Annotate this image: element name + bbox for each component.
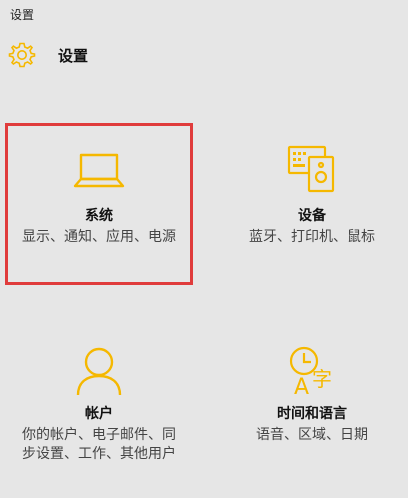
- tile-label: 时间和语言: [277, 406, 347, 422]
- tile-devices[interactable]: 设备 蓝牙、打印机、鼠标: [218, 123, 406, 285]
- tile-description: 语音、区域、日期: [256, 427, 368, 443]
- time-language-icon: A 字: [289, 346, 332, 396]
- tile-label: 设备: [298, 208, 326, 224]
- tile-description: 蓝牙、打印机、鼠标: [249, 229, 375, 245]
- tile-label: 系统: [85, 208, 113, 224]
- svg-text:字: 字: [312, 367, 332, 391]
- page-title: 设置: [58, 46, 89, 65]
- tile-label: 帐户: [85, 406, 113, 422]
- devices-icon: [287, 145, 335, 193]
- tile-system[interactable]: 系统 显示、通知、应用、电源: [5, 123, 193, 285]
- svg-text:A: A: [294, 375, 309, 396]
- page-header: 设置: [8, 40, 88, 70]
- window-title: 设置: [10, 8, 35, 22]
- person-icon: [76, 347, 122, 396]
- tile-accounts[interactable]: 帐户 你的帐户、电子邮件、同步设置、工作、其他用户: [5, 340, 193, 490]
- gear-icon: [8, 42, 36, 68]
- laptop-icon: [73, 153, 125, 188]
- tile-description: 显示、通知、应用、电源: [22, 229, 176, 245]
- tile-time-language[interactable]: A 字 时间和语言 语音、区域、日期: [218, 340, 406, 490]
- tile-description: 你的帐户、电子邮件、同步设置、工作、其他用户: [22, 427, 176, 462]
